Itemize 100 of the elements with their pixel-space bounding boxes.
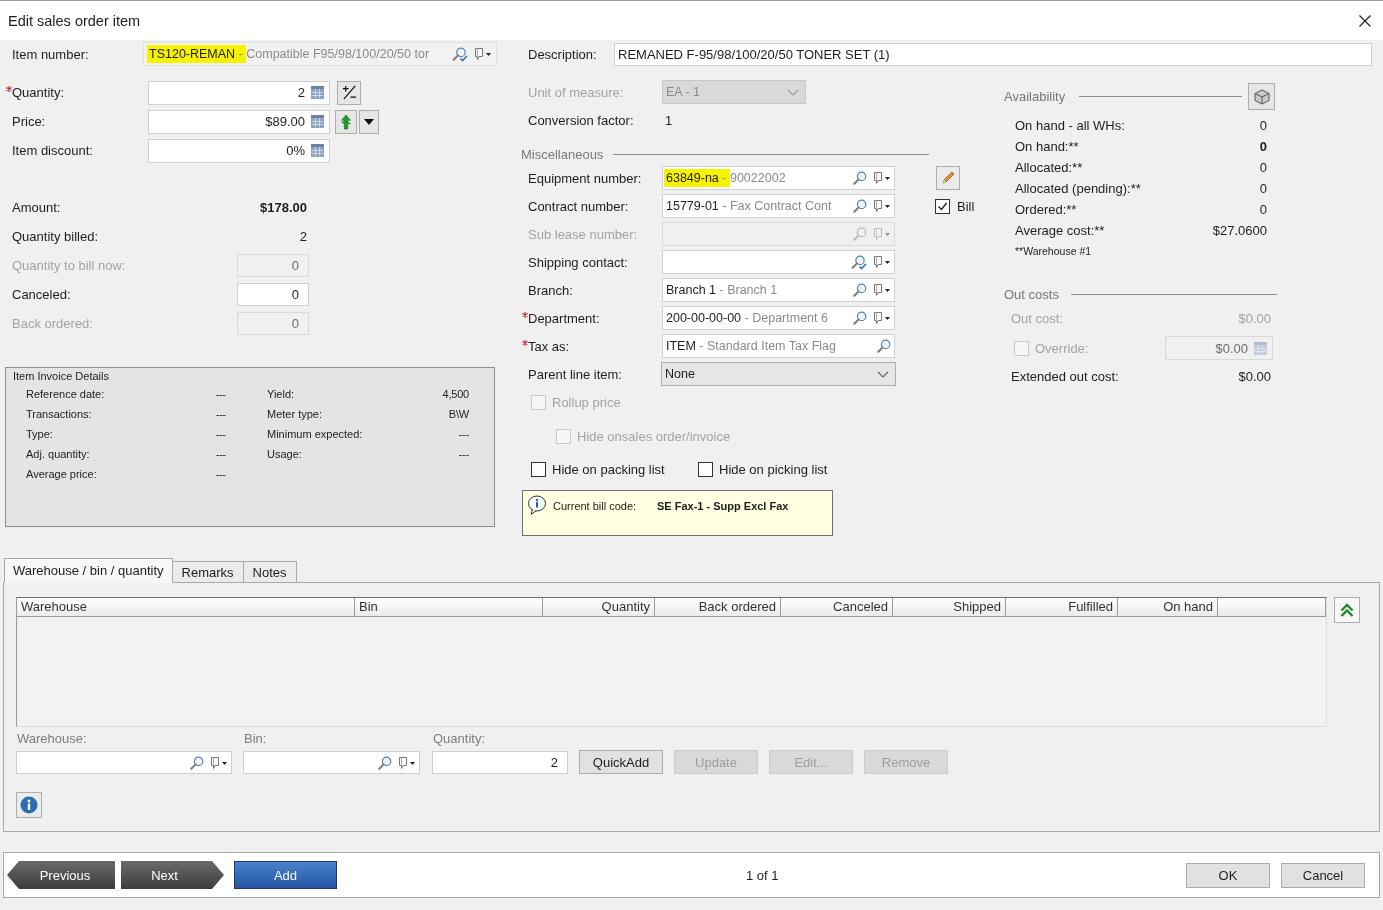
search-icon[interactable] — [853, 199, 867, 213]
dialog-button[interactable]: Cancel — [1281, 862, 1365, 888]
page-indicator: 1 of 1 — [746, 867, 779, 883]
checkbox-label: Override: — [1035, 340, 1089, 356]
calculator-icon[interactable] — [311, 115, 324, 128]
flag-dropdown-icon[interactable] — [474, 47, 492, 61]
caret-icon[interactable] — [364, 118, 374, 125]
field-label: Equipment number: — [528, 170, 642, 186]
calculator-icon[interactable] — [311, 86, 324, 99]
panel-title: Item Invoice Details — [12, 369, 110, 384]
field-label: Quantity billed: — [12, 229, 99, 244]
search-check-icon[interactable] — [452, 46, 468, 62]
lookup-field[interactable]: Branch 1 - Branch 1 — [662, 278, 895, 302]
group-title: Miscellaneous — [521, 146, 604, 162]
field-label: Department: — [528, 310, 600, 326]
lookup-field[interactable]: 15779-01 - Fax Contract Cont — [662, 194, 895, 218]
number-field[interactable]: 2 — [148, 80, 330, 105]
search-icon[interactable] — [853, 171, 867, 185]
field-label: Quantity to bill now: — [12, 258, 127, 273]
detail-value: --- — [216, 468, 227, 480]
column-header[interactable]: Canceled — [781, 598, 893, 617]
flag-dropdown-icon[interactable] — [210, 755, 228, 770]
tab[interactable]: Remarks — [171, 561, 244, 582]
number-field[interactable]: 0% — [148, 138, 330, 163]
detail-label: Yield: — [267, 388, 296, 400]
search-icon[interactable] — [877, 339, 891, 353]
column-header[interactable]: Fulfilled — [1006, 598, 1118, 617]
column-header[interactable]: Warehouse — [17, 598, 355, 617]
calculator-icon[interactable] — [311, 144, 324, 157]
search-icon[interactable] — [853, 311, 867, 325]
detail-label: Adj. quantity: — [26, 448, 91, 460]
nav-button[interactable]: Next — [121, 861, 224, 889]
flag-dropdown-icon[interactable] — [873, 199, 891, 213]
lookup-field[interactable]: TS120-REMAN - Compatible F95/98/100/20/50 tor — [143, 42, 497, 66]
column-header[interactable]: On hand — [1118, 598, 1218, 617]
field-label: Branch: — [528, 282, 573, 298]
cube-icon[interactable] — [1253, 88, 1270, 105]
field-label: Amount: — [12, 200, 62, 215]
search-icon[interactable] — [190, 755, 204, 770]
checkbox-label: Rollup price — [552, 394, 621, 410]
dialog-button[interactable]: OK — [1186, 862, 1270, 888]
double-chevron-up-icon[interactable] — [1339, 602, 1355, 618]
column-header[interactable]: Bin — [355, 598, 543, 617]
lookup-field[interactable] — [662, 250, 895, 274]
tab[interactable]: Warehouse / bin / quantity — [4, 558, 173, 583]
lookup-field[interactable]: 200-00-00-00 - Department 6 — [662, 306, 895, 330]
column-header[interactable]: Quantity — [543, 598, 655, 617]
checkbox-label: Hide onsales order/invoice — [577, 428, 731, 444]
number-field[interactable]: 2 — [432, 751, 568, 774]
tab[interactable]: Notes — [242, 561, 297, 582]
stat-value: 0 — [1259, 160, 1267, 175]
search-icon[interactable] — [853, 283, 867, 297]
flag-dropdown-icon[interactable] — [873, 311, 891, 325]
field-label: Description: — [528, 46, 598, 62]
stat-label: Average cost:** — [1015, 223, 1105, 238]
search-check-icon[interactable] — [851, 254, 867, 270]
field-label: Canceled: — [12, 287, 72, 302]
flag-dropdown-icon[interactable] — [873, 171, 891, 185]
note-value: SE Fax-1 - Supp Excl Fax — [657, 500, 789, 512]
number-field[interactable]: 0 — [237, 283, 309, 306]
detail-value: --- — [457, 428, 469, 440]
field-label: Extended out cost: — [1011, 368, 1119, 384]
field-label: Tax as: — [528, 338, 570, 354]
checkbox[interactable] — [531, 461, 546, 477]
dropdown-button[interactable] — [359, 109, 379, 134]
flag-dropdown-icon[interactable] — [873, 255, 891, 269]
text-field[interactable]: REMANED F-95/98/100/20/50 TONER SET (1) — [614, 42, 1372, 66]
nav-button[interactable]: Previous — [7, 861, 115, 889]
field-label: Unit of measure: — [528, 84, 624, 100]
note-label: Current bill code: — [553, 500, 638, 512]
checkbox-label: Hide on picking list — [719, 461, 828, 477]
action-button[interactable]: QuickAdd — [579, 750, 663, 774]
detail-value: --- — [457, 448, 469, 460]
lookup-field[interactable]: 63849-na - 90022002 — [662, 166, 895, 190]
field-label: Quantity: — [432, 731, 487, 746]
dropdown[interactable]: None — [661, 362, 896, 386]
lookup-field[interactable] — [243, 751, 420, 774]
lookup-field[interactable] — [16, 751, 232, 774]
field-label: Item number: — [12, 46, 90, 62]
info-bubble-icon — [527, 495, 547, 515]
collapse-button[interactable] — [1334, 597, 1360, 623]
column-header[interactable]: Back ordered — [655, 598, 781, 617]
detail-value: --- — [216, 408, 227, 420]
detail-value: --- — [216, 388, 227, 400]
nav-button[interactable]: Add — [234, 861, 337, 889]
detail-value: --- — [216, 428, 227, 440]
flag-dropdown-icon[interactable] — [873, 283, 891, 297]
number-field[interactable]: $89.00 — [148, 109, 330, 134]
checkbox[interactable] — [698, 461, 713, 477]
close-button[interactable] — [1359, 14, 1371, 27]
flag-dropdown-icon[interactable] — [398, 755, 416, 770]
cube-button[interactable] — [1248, 83, 1275, 110]
search-icon[interactable] — [378, 755, 392, 770]
checkbox[interactable] — [935, 198, 950, 214]
lookup-field[interactable]: ITEM - Standard Item Tax Flag — [662, 334, 895, 358]
detail-label: Type: — [26, 428, 54, 440]
detail-label: Transactions: — [26, 408, 93, 420]
chevron-down-icon[interactable] — [877, 370, 889, 378]
column-header[interactable]: Shipped — [893, 598, 1006, 617]
field-label: Out cost: — [1011, 310, 1064, 326]
